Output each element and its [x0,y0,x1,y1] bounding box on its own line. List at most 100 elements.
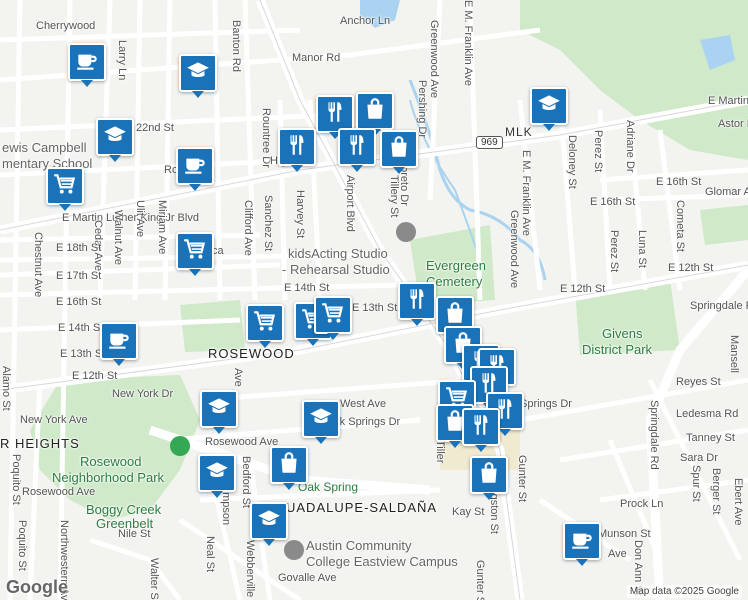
place-label-acc-2[interactable]: College Eastview Campus [306,554,458,569]
map-pin-restaurant[interactable] [338,128,376,172]
street-label-walter-st: Walter St [148,558,160,600]
street-label-e-m-franklin-ave-south: E M. Franklin Ave [520,150,532,236]
map-pin-grocery-cart[interactable] [314,296,352,340]
google-logo: Google [6,577,68,597]
grocery-cart-icon [320,300,346,331]
street-label-miriam-ave: Miriam Ave [156,200,168,255]
grocery-cart-icon [182,236,208,267]
map-pin-school[interactable] [198,454,236,498]
street-label-bedford-st: Bedford St [240,456,252,508]
street-label-e-13th-st-west: E 13th St [60,348,106,360]
street-label-anchor-ln: Anchor Ln [340,15,391,27]
place-label-lewis-campbell[interactable]: ewis Campbell [2,140,87,155]
map-pin-shopping-bag[interactable] [380,130,418,174]
street-label-e-16th-st: E 16th St [56,296,102,308]
street-label-springs-dr: Springs Dr [520,398,572,410]
street-label-alamo-st: Alamo St [0,366,12,411]
place-label-givens-park[interactable]: Givens [602,326,642,341]
place-label-evergreen-cemetery[interactable]: Evergreen [426,258,486,273]
street-label-ave-east: Ave [608,548,627,560]
map-pin-grocery-cart[interactable] [176,232,214,276]
map-pin-cafe[interactable] [563,522,601,566]
map-pin-school[interactable] [96,118,134,162]
restaurant-icon [468,412,494,443]
park-area-east [700,205,748,245]
map-pin-cafe[interactable] [68,43,106,87]
map-pin-school[interactable] [250,502,288,546]
park-marker-rosewood[interactable] [170,436,190,456]
poi-marker-acc[interactable] [284,540,304,560]
cafe-icon [182,151,208,182]
place-label-givens-park-2[interactable]: District Park [582,342,652,357]
street-label-ave: Ave [232,368,244,387]
map-pin-school[interactable] [302,400,340,444]
map-pin-restaurant[interactable] [462,408,500,452]
street-label-e-m-franklin-ave: E M. Franklin Ave [462,0,474,86]
street-label-greenwood-ave: Greenwood Ave [428,20,440,99]
school-icon [256,506,282,537]
street-label-deloney-st: Deloney St [566,135,578,189]
street-label-e-13th-st: E 13th St [352,302,398,314]
street-label-greenwood-ave-south: Greenwood Ave [508,210,520,289]
map-canvas[interactable]: Anchor Ln Manor Rd Banton Rd Larry Ln Ch… [0,0,748,600]
street-label-cometa-st: Cometa St [674,200,686,252]
map-pin-shopping-bag[interactable] [356,92,394,136]
map-pin-cafe[interactable] [100,322,138,366]
map-pin-grocery-cart[interactable] [46,167,84,211]
street-label-banton-rd: Banton Rd [230,20,242,72]
shopping-bag-icon [476,460,502,491]
street-label-berger-st: Berger St [710,468,722,515]
school-icon [536,91,562,122]
street-label-prock-ln: Prock Ln [620,498,664,510]
map-pin-grocery-cart[interactable] [246,304,284,348]
grocery-cart-icon [252,308,278,339]
street-label-e-12th-st-center: E 12th St [560,283,606,295]
place-label-boggy-creek-2[interactable]: Greenbelt [96,516,153,531]
place-label-rosewood-park[interactable]: Rosewood [80,454,141,469]
map-pin-restaurant[interactable] [278,128,316,172]
map-pin-shopping-bag[interactable] [270,446,308,490]
street-label-springdale-rd: Springdale Rd [690,300,748,312]
street-label-mlk: MLK [505,125,533,139]
map-pin-cafe[interactable] [176,147,214,191]
shopping-bag-icon [276,450,302,481]
map-pin-school[interactable] [200,390,238,434]
street-label-e-14th-st: E 14th St [284,282,330,294]
map-pin-school[interactable] [179,54,217,98]
street-label-astor-pl: Astor Pl [718,118,748,130]
street-label-sanchez-st: Sanchez St [262,195,274,252]
street-label-airport-blvd: Airport Blvd [344,175,356,232]
place-label-kids-acting[interactable]: kidsActing Studio [288,246,388,261]
street-label-govalle-ave: Govalle Ave [278,572,337,584]
school-icon [204,458,230,489]
street-label-glomar: Glomar A [705,186,748,198]
street-label-mansell: Mansell [728,335,740,373]
street-label-west-ave: West Ave [340,398,387,410]
school-icon [206,394,232,425]
place-label-rosewood-park-2[interactable]: Neighborhood Park [52,470,164,485]
street-label-sara-dr: Sara Dr [680,452,718,464]
street-label-spur-st: Spur St [690,465,702,502]
place-label-boggy-creek[interactable]: Boggy Creek [86,502,161,517]
street-label-tiller: Tiller [434,440,446,464]
street-label-webberville-rd: Webberville Rd [244,540,256,600]
street-label-e-12th-st-east: E 12th St [668,262,714,274]
street-label-poquito-st-2: Poquito St [16,520,28,571]
poi-marker-kids-acting[interactable] [396,222,416,242]
school-icon [102,122,128,153]
neighborhood-label-guadalupe-saldana: UADALUPE-SALDAÑA [286,500,438,515]
map-pin-restaurant[interactable] [398,282,436,326]
map-pin-shopping-bag[interactable] [470,456,508,500]
place-label-acc[interactable]: Austin Community [306,538,411,553]
street-label-clifford-ave: Clifford Ave [242,200,254,256]
map-pin-school[interactable] [530,87,568,131]
cafe-icon [74,47,100,78]
street-label-mlk-blvd: E Martin Luther King Jr Blvd [62,212,199,224]
place-label-kids-acting-2[interactable]: - Rehearsal Studio [282,262,390,277]
street-label-reyes-st: Reyes St [676,376,721,388]
street-label-manor-rd: Manor Rd [292,52,341,64]
shopping-bag-icon [362,96,388,127]
shopping-bag-icon [386,134,412,165]
street-label-springdale-rd-2: Springdale Rd [648,400,660,470]
restaurant-icon [404,286,430,317]
